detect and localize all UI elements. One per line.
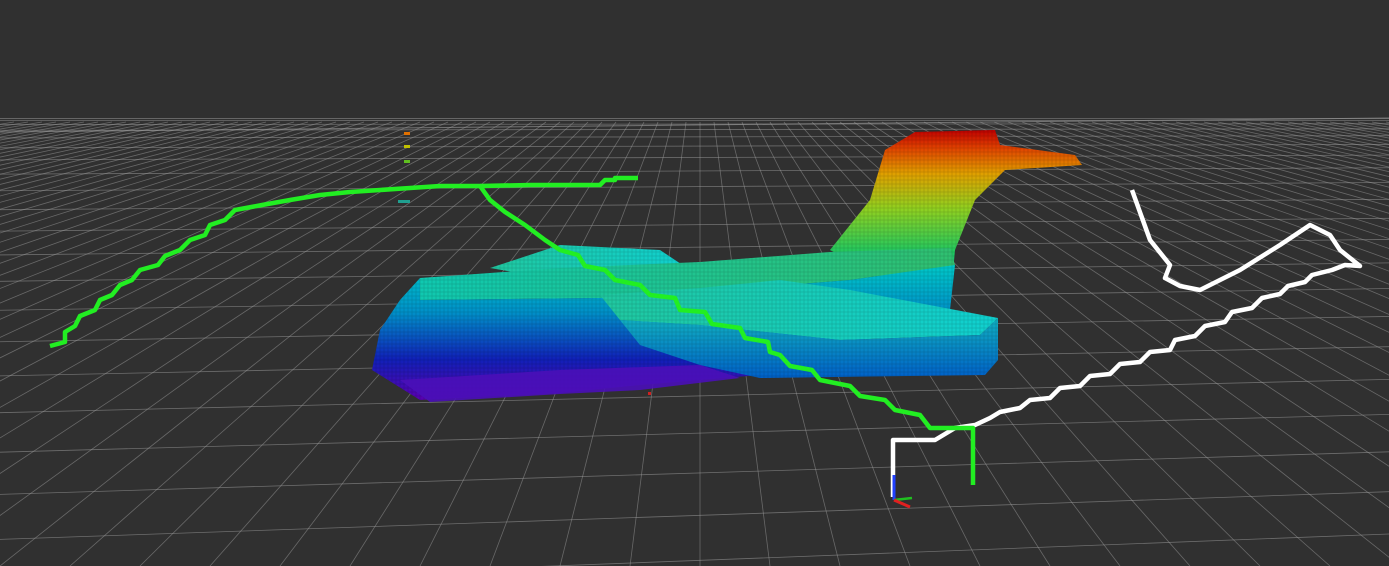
- grid-line: [541, 533, 1389, 566]
- axis-x-line: [893, 498, 911, 509]
- voxel-marker-low: [404, 160, 410, 163]
- grid-line: [1259, 121, 1389, 148]
- scene-canvas[interactable]: [0, 0, 1389, 566]
- grid-line: [0, 123, 1389, 125]
- grid-line: [0, 121, 253, 185]
- grid-line: [1021, 121, 1389, 249]
- grid-line: [1049, 121, 1389, 230]
- grid-line: [1007, 121, 1389, 260]
- grid-line: [1245, 121, 1389, 152]
- grid-line: [0, 121, 239, 180]
- grid-line: [1189, 121, 1389, 168]
- planned-path-green-tail: [479, 175, 638, 189]
- grid-line: [0, 121, 295, 203]
- robot-axes-marker: [892, 475, 913, 509]
- grid-line: [1231, 121, 1389, 156]
- grid-line: [1091, 121, 1389, 207]
- grid-line: [0, 413, 1389, 453]
- grid-line: [0, 198, 1389, 211]
- grid-line: [1301, 121, 1389, 139]
- voxel-marker-top: [404, 132, 410, 135]
- grid-line: [0, 121, 155, 154]
- grid-line: [1203, 121, 1389, 164]
- grid-line: [965, 121, 1389, 299]
- grid-line: [0, 239, 1389, 256]
- grid-line: [0, 378, 1389, 414]
- grid-line: [0, 182, 1389, 192]
- grid-line: [0, 121, 267, 191]
- voxel-marker-mid: [404, 145, 410, 148]
- voxel-marker-floor: [398, 200, 410, 203]
- voxel-speck: [648, 392, 651, 395]
- grid-line: [1147, 121, 1389, 183]
- grid-line: [0, 121, 211, 170]
- grid-line: [1035, 121, 1389, 240]
- grid-line: [0, 451, 1389, 495]
- grid-line: [1063, 121, 1389, 222]
- grid-line: [1371, 121, 1389, 126]
- grid-line: [1287, 121, 1389, 142]
- grid-line: [1161, 121, 1389, 177]
- grid-line: [1329, 121, 1389, 133]
- 3d-viewport[interactable]: [0, 0, 1389, 566]
